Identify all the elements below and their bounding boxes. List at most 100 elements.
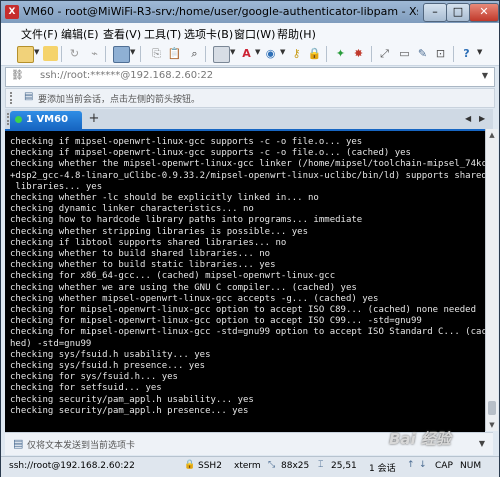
chevron-down-icon[interactable]: ▼ <box>477 48 482 56</box>
minimize-button[interactable]: – <box>423 3 447 22</box>
menu-edit[interactable]: 编辑(E) <box>61 26 99 42</box>
terminal-line: checking whether -lc should be explicitl… <box>10 193 319 204</box>
chevron-down-icon[interactable]: ▼ <box>479 439 485 448</box>
menu-file[interactable]: 文件(F) <box>21 26 58 42</box>
help-icon[interactable]: ? <box>459 46 474 61</box>
terminal-line: checking dynamic linker characteristics.… <box>10 204 254 215</box>
new-session-icon[interactable] <box>17 46 34 63</box>
properties-icon[interactable] <box>113 46 130 63</box>
menu-view[interactable]: 查看(V) <box>103 26 141 42</box>
reconnect-icon[interactable]: ↻ <box>67 46 82 61</box>
close-button[interactable]: ✕ <box>469 3 499 22</box>
scroll-up-icon: ↑ <box>407 460 415 470</box>
status-sessions: 1 会话 <box>369 464 396 474</box>
drag-handle-icon[interactable] <box>10 92 16 104</box>
search-icon[interactable]: ⌕ <box>187 46 202 61</box>
terminal-line: checking for sys/fsuid.h... yes <box>10 372 178 383</box>
terminal-line: checking whether the mipsel-openwrt-linu… <box>10 159 485 170</box>
address-bar[interactable]: ⛓ ssh://root:******@192.168.2.60:22 ▼ <box>5 67 495 87</box>
toolbar: ▼ ↻ ⌁ ▼ ⎘ 📋 ⌕ ▼ A ▼ ◉ ▼ ⚷ 🔒 ✦ ✸ ⤢ ▭ ✎ ⊡ … <box>1 43 499 66</box>
chevron-down-icon[interactable]: ▼ <box>280 48 285 56</box>
xftp-icon[interactable]: ✦ <box>333 46 348 61</box>
menu-window[interactable]: 窗口(W) <box>234 26 275 42</box>
terminal-line: checking sys/fsuid.h usability... yes <box>10 349 211 360</box>
terminal-line: checking for x86_64-gcc... (cached) mips… <box>10 271 336 282</box>
terminal-line: checking if libtool supports shared libr… <box>10 237 287 248</box>
tab-scroll-right-icon[interactable]: ▶ <box>479 114 485 123</box>
compose-placeholder[interactable]: 仅将文本发送到当前选项卡 <box>27 438 135 451</box>
add-tab-button[interactable]: + <box>87 112 101 126</box>
tab-scroll-left-icon[interactable]: ◀ <box>465 114 471 123</box>
paste-icon[interactable]: 📋 <box>167 46 182 61</box>
terminal-line: checking sys/fsuid.h presence... yes <box>10 361 206 372</box>
fullscreen-icon[interactable]: ⤢ <box>377 46 392 61</box>
terminal-scrollbar[interactable]: ▲ ▼ <box>485 129 498 431</box>
globe-icon[interactable]: ◉ <box>263 46 278 61</box>
font-icon[interactable]: A <box>239 46 254 61</box>
maximize-button[interactable]: □ <box>446 3 470 22</box>
toolbar-divider <box>61 46 62 62</box>
scrollbar-thumb[interactable] <box>488 401 496 415</box>
key-icon[interactable]: ⚷ <box>289 46 304 61</box>
terminal-line: checking if mipsel-openwrt-linux-gcc sup… <box>10 137 363 147</box>
chevron-down-icon[interactable]: ▼ <box>130 48 135 56</box>
title-bar[interactable]: X VM60 - root@MiWiFi-R3-srv:/home/user/g… <box>1 1 499 23</box>
copy-icon[interactable]: ⎘ <box>149 46 164 61</box>
terminal-icon[interactable] <box>213 46 230 63</box>
chevron-down-icon[interactable]: ▼ <box>255 48 260 56</box>
toolbar-divider <box>453 46 454 62</box>
layout-icon[interactable]: ▭ <box>397 46 412 61</box>
xshell-window: X VM60 - root@MiWiFi-R3-srv:/home/user/g… <box>0 0 500 477</box>
terminal-line: checking whether we are using the GNU C … <box>10 282 357 293</box>
menu-help[interactable]: 帮助(H) <box>277 26 316 42</box>
status-caps: CAP <box>435 461 453 471</box>
tab-vm60[interactable]: 1 VM60 <box>10 111 82 129</box>
link-icon: ⛓ <box>11 70 24 81</box>
menu-bar: 文件(F) 编辑(E) 查看(V) 工具(T) 选项卡(B) 窗口(W) 帮助(… <box>1 23 499 43</box>
lock-screen-icon[interactable]: ⊡ <box>433 46 448 61</box>
terminal-line: checking for mipsel-openwrt-linux-gcc op… <box>10 316 422 327</box>
terminal-line: checking whether to build shared librari… <box>10 249 271 260</box>
terminal-line: libraries... yes <box>10 181 103 192</box>
session-arrow-icon[interactable]: ▤ <box>24 91 33 102</box>
chevron-down-icon[interactable]: ▼ <box>482 71 488 80</box>
disconnect-icon[interactable]: ⌁ <box>87 46 102 61</box>
menu-tabs[interactable]: 选项卡(B) <box>184 26 233 42</box>
connected-status-icon <box>15 116 22 123</box>
terminal-line: checking whether mipsel-openwrt-linux-gc… <box>10 293 379 304</box>
terminal-line: checking whether to build static librari… <box>10 260 276 271</box>
xmanager-icon[interactable]: ✸ <box>351 46 366 61</box>
status-terminal-type: xterm <box>234 461 261 471</box>
toolbar-divider <box>326 46 327 62</box>
lock-icon: 🔒 <box>184 460 196 470</box>
toolbar-divider <box>205 46 206 62</box>
send-menu-icon[interactable]: ▤ <box>13 437 23 450</box>
scroll-down-icon[interactable]: ▼ <box>486 419 498 431</box>
quick-session-bar: ▤ 要添加当前会话，点击左侧的箭头按钮。 <box>5 88 495 108</box>
status-cursor: 25,51 <box>331 461 357 471</box>
status-size: 88x25 <box>281 461 310 471</box>
lock-icon[interactable]: 🔒 <box>307 46 322 61</box>
status-bar: ssh://root@192.168.2.60:22 🔒 SSH2 xterm … <box>1 456 499 477</box>
status-connection: ssh://root@192.168.2.60:22 <box>9 461 135 471</box>
menu-tools[interactable]: 工具(T) <box>144 26 181 42</box>
resize-icon: ⤡ <box>268 460 276 470</box>
chevron-down-icon[interactable]: ▼ <box>230 48 235 56</box>
scroll-up-icon[interactable]: ▲ <box>486 129 498 141</box>
status-protocol: SSH2 <box>198 461 222 471</box>
terminal-line: checking security/pam_appl.h usability..… <box>10 394 254 405</box>
tab-bar: 1 VM60 + ◀ ▶ <box>5 109 493 129</box>
open-folder-icon[interactable] <box>43 46 58 61</box>
quick-session-hint: 要添加当前会话，点击左侧的箭头按钮。 <box>38 95 201 105</box>
compose-icon[interactable]: ✎ <box>415 46 430 61</box>
chevron-down-icon[interactable]: ▼ <box>34 48 39 56</box>
cursor-position-icon: ⌶ <box>318 460 324 470</box>
address-text[interactable]: ssh://root:******@192.168.2.60:22 <box>40 70 213 81</box>
tab-label: 1 VM60 <box>26 114 69 125</box>
compose-bar[interactable]: ▤ 仅将文本发送到当前选项卡 ▼ <box>5 432 493 455</box>
toolbar-divider <box>371 46 372 62</box>
terminal-output[interactable]: checking if mipsel-openwrt-linux-gcc sup… <box>5 129 485 433</box>
terminal-lines: checking if mipsel-openwrt-linux-gcc sup… <box>10 137 485 417</box>
terminal-line: checking if mipsel-openwrt-linux-gcc sup… <box>10 148 411 159</box>
terminal-line: checking how to hardcode library paths i… <box>10 215 363 226</box>
